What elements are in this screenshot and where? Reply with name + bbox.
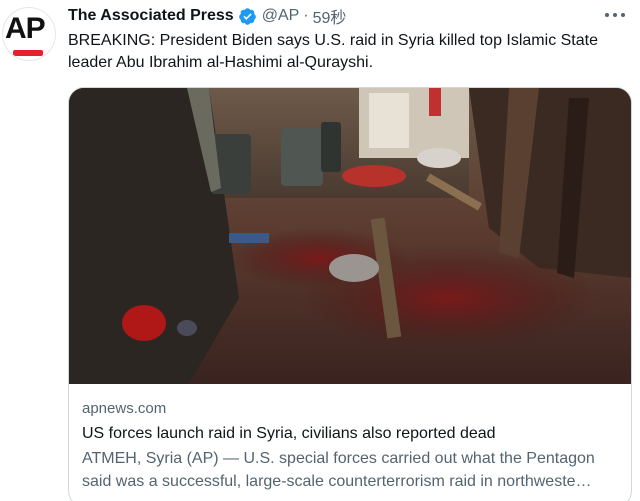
avatar-logo-text: AP [5, 12, 46, 45]
avatar-logo-bar [13, 50, 43, 56]
card-meta: apnews.com US forces launch raid in Syri… [82, 398, 627, 493]
card-domain: apnews.com [82, 400, 167, 417]
tweet-header: The Associated Press @AP · 59秒 [68, 5, 346, 27]
tweet[interactable]: AP The Associated Press @AP · 59秒 BREAKI… [0, 0, 640, 501]
verified-badge-icon [238, 7, 256, 25]
card-title[interactable]: US forces launch raid in Syria, civilian… [82, 422, 627, 446]
link-card[interactable]: apnews.com US forces launch raid in Syri… [68, 87, 632, 501]
avatar[interactable]: AP [2, 7, 56, 61]
more-options-icon[interactable] [604, 12, 626, 18]
timestamp[interactable]: 59秒 [313, 4, 347, 28]
card-description: ATMEH, Syria (AP) — U.S. special forces … [82, 450, 595, 490]
card-photo [69, 88, 631, 384]
card-image[interactable] [69, 88, 631, 384]
display-name[interactable]: The Associated Press [68, 7, 234, 25]
handle[interactable]: @AP [262, 7, 300, 25]
separator-dot: · [303, 7, 309, 24]
tweet-text: BREAKING: President Biden says U.S. raid… [68, 32, 598, 71]
